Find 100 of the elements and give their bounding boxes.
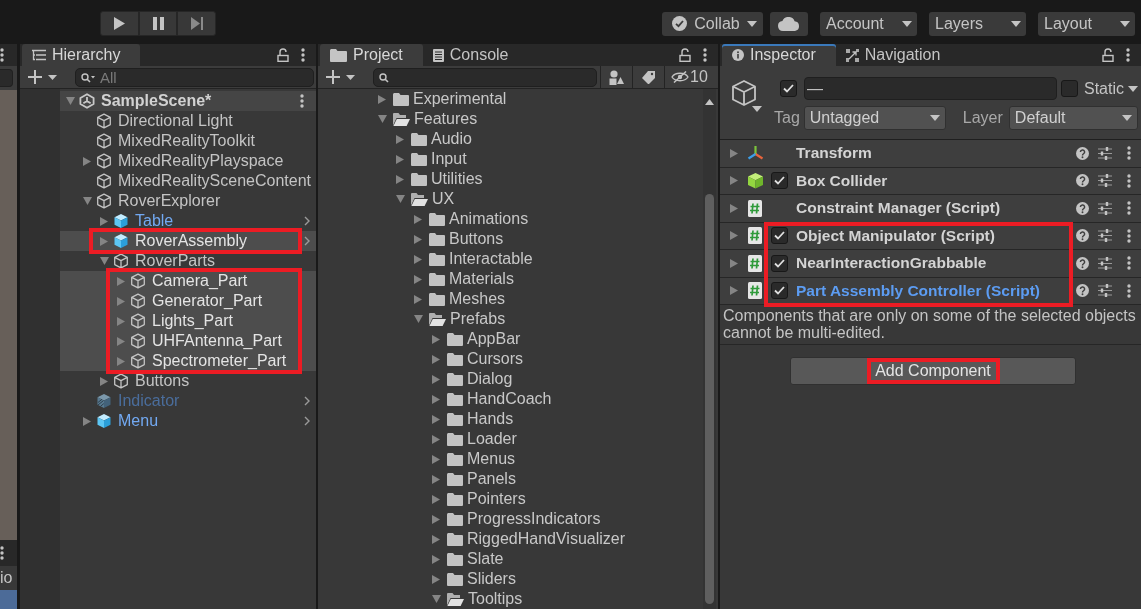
kebab-icon[interactable] (1127, 228, 1131, 243)
tree-item[interactable]: Lights_Part (60, 311, 316, 331)
tree-item[interactable]: Camera_Part (60, 271, 316, 291)
caret-right-icon[interactable] (730, 203, 738, 213)
caret-right-icon[interactable] (432, 394, 440, 404)
caret-right-icon[interactable] (117, 276, 125, 286)
caret-right-icon[interactable] (432, 534, 440, 544)
caret-right-icon[interactable] (432, 374, 440, 384)
checkbox[interactable] (771, 227, 788, 245)
kebab-icon[interactable] (0, 546, 4, 560)
cube-icon[interactable] (730, 79, 758, 107)
help-icon[interactable] (1076, 284, 1089, 298)
tag-dropdown[interactable]: Untagged (803, 106, 946, 130)
pause-button[interactable] (138, 11, 178, 36)
folder-item[interactable]: Pointers (318, 489, 703, 509)
folder-item[interactable]: Cursors (318, 349, 703, 369)
caret-right-icon[interactable] (396, 174, 404, 184)
cloud-button[interactable] (770, 11, 808, 36)
caret-right-icon[interactable] (414, 274, 422, 284)
folder-item[interactable]: RiggedHandVisualizer (318, 529, 703, 549)
folder-item[interactable]: Materials (318, 269, 703, 289)
tree-item[interactable]: Directional Light (60, 111, 316, 131)
static-dropdown[interactable]: Static (1084, 78, 1138, 99)
layer-dropdown[interactable]: Default (1008, 106, 1138, 130)
component-header[interactable]: NearInteractionGrabbable (720, 250, 1141, 278)
panel-tab[interactable]: Hierarchy (22, 44, 141, 66)
caret-right-icon[interactable] (117, 336, 125, 346)
folder-item[interactable]: Animations (318, 209, 703, 229)
checkbox[interactable] (771, 172, 788, 190)
caret-down-icon[interactable] (82, 197, 92, 205)
caret-right-icon[interactable] (378, 94, 386, 104)
folder-item[interactable]: Utilities (318, 169, 703, 189)
tree-item[interactable]: Table (60, 211, 316, 231)
search-field[interactable] (373, 67, 597, 87)
folder-item[interactable]: Audio (318, 129, 703, 149)
caret-right-icon[interactable] (432, 334, 440, 344)
component-header[interactable]: Box Collider (720, 167, 1141, 195)
caret-right-icon[interactable] (117, 296, 125, 306)
caret-right-icon[interactable] (730, 258, 738, 268)
search-field[interactable]: All (75, 67, 314, 87)
sliders-icon[interactable] (1098, 284, 1112, 298)
caret-right-icon[interactable] (396, 154, 404, 164)
caret-down-icon[interactable] (413, 315, 423, 323)
sliders-icon[interactable] (1098, 229, 1112, 243)
caret-right-icon[interactable] (396, 134, 404, 144)
kebab-icon[interactable] (300, 94, 304, 108)
caret-right-icon[interactable] (432, 434, 440, 444)
caret-down-icon[interactable] (99, 257, 109, 265)
caret-right-icon[interactable] (83, 156, 91, 166)
scrollbar-thumb[interactable] (705, 194, 714, 604)
tree-item[interactable]: SampleScene* (60, 91, 316, 111)
folder-item[interactable]: Menus (318, 449, 703, 469)
help-icon[interactable] (1076, 256, 1089, 270)
tree-item[interactable]: Spectrometer_Part (60, 351, 316, 371)
lock-icon[interactable] (679, 48, 691, 62)
folder-item[interactable]: Prefabs (318, 309, 703, 329)
scrollbar-track[interactable] (703, 89, 716, 609)
help-icon[interactable] (1076, 201, 1089, 215)
caret-right-icon[interactable] (432, 474, 440, 484)
panel-tab[interactable]: Console (422, 44, 529, 66)
caret-right-icon[interactable] (100, 216, 108, 226)
hidden-packages-toggle[interactable]: 10 (664, 65, 715, 89)
create-dropdown[interactable] (326, 67, 355, 87)
step-button[interactable] (177, 11, 217, 36)
caret-down-icon[interactable] (377, 115, 387, 123)
caret-right-icon[interactable] (414, 234, 422, 244)
help-icon[interactable] (1076, 229, 1089, 243)
toolbar-dropdown[interactable]: Layers (929, 11, 1026, 36)
component-header[interactable]: Constraint Manager (Script) (720, 195, 1141, 223)
folder-item[interactable]: Loader (318, 429, 703, 449)
component-header[interactable]: Transform (720, 140, 1141, 168)
folder-item[interactable]: UX (318, 189, 703, 209)
kebab-icon[interactable] (1127, 256, 1131, 271)
folder-item[interactable]: Hands (318, 409, 703, 429)
caret-right-icon[interactable] (432, 494, 440, 504)
panel-tab[interactable]: Project (320, 44, 423, 66)
checkbox[interactable] (771, 282, 788, 300)
folder-item[interactable]: Sliders (318, 569, 703, 589)
folder-item[interactable]: Meshes (318, 289, 703, 309)
caret-right-icon[interactable] (414, 254, 422, 264)
folder-item[interactable]: Interactable (318, 249, 703, 269)
sliders-icon[interactable] (1098, 174, 1112, 188)
checkbox[interactable] (771, 254, 788, 272)
lock-icon[interactable] (1102, 48, 1114, 62)
caret-right-icon[interactable] (432, 514, 440, 524)
caret-right-icon[interactable] (432, 454, 440, 464)
caret-right-icon[interactable] (730, 176, 738, 186)
folder-item[interactable]: Input (318, 149, 703, 169)
input-field[interactable] (0, 69, 13, 87)
add-component-button[interactable]: Add Component (790, 357, 1076, 385)
folder-item[interactable]: Features (318, 109, 703, 129)
kebab-icon[interactable] (1127, 173, 1131, 188)
tree-item[interactable]: RoverParts (60, 251, 316, 271)
sliders-icon[interactable] (1098, 201, 1112, 215)
caret-right-icon[interactable] (414, 294, 422, 304)
caret-right-icon[interactable] (117, 316, 125, 326)
help-icon[interactable] (1076, 146, 1089, 160)
tree-item[interactable]: UHFAntenna_Part (60, 331, 316, 351)
folder-item[interactable]: Tooltips (318, 589, 703, 609)
caret-right-icon[interactable] (432, 574, 440, 584)
